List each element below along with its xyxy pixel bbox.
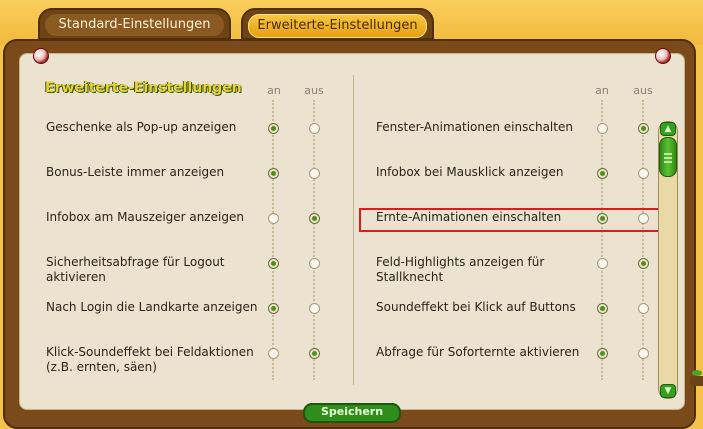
right-radio-on[interactable] xyxy=(597,123,608,134)
dotted-guide xyxy=(642,100,644,380)
left-option-label: Nach Login die Landkarte anzeigen xyxy=(46,300,258,314)
left-option-label: Bonus-Leiste immer anzeigen xyxy=(46,165,225,179)
right-option-label: Infobox bei Mausklick anzeigen xyxy=(376,165,564,179)
scrollbar-thumb[interactable] xyxy=(659,137,677,177)
tab-advanced-settings-label: Erweiterte-Einstellungen xyxy=(248,14,427,38)
pin-icon xyxy=(33,48,49,64)
left-radio-on[interactable] xyxy=(268,123,279,134)
grip-line xyxy=(664,157,672,159)
column-header-on-right: an xyxy=(595,84,609,97)
dotted-guide xyxy=(272,100,274,380)
right-option-label: Abfrage für Soforternte aktivieren xyxy=(376,345,580,359)
right-radio-on[interactable] xyxy=(597,258,608,269)
dotted-guide xyxy=(313,100,315,380)
tab-standard-settings-label: Standard-Einstellungen xyxy=(45,14,224,36)
column-header-on-left: an xyxy=(267,84,281,97)
right-radio-off[interactable] xyxy=(638,258,649,269)
left-radio-off[interactable] xyxy=(309,213,320,224)
column-header-off-left: aus xyxy=(304,84,324,97)
left-radio-off[interactable] xyxy=(309,348,320,359)
left-radio-off[interactable] xyxy=(309,303,320,314)
left-option-label: Sicherheitsabfrage für Logout aktivieren xyxy=(46,255,225,284)
section-title: Erweiterte-Einstellungen xyxy=(45,80,242,96)
branch-decoration xyxy=(690,376,703,386)
right-radio-off[interactable] xyxy=(638,348,649,359)
left-radio-off[interactable] xyxy=(309,168,320,179)
right-radio-on[interactable] xyxy=(597,348,608,359)
left-option-label: Klick-Soundeffekt bei Feldaktionen (z.B.… xyxy=(46,345,254,374)
right-radio-on[interactable] xyxy=(597,303,608,314)
scroll-up-button[interactable]: ▲ xyxy=(660,122,676,136)
right-radio-off[interactable] xyxy=(638,303,649,314)
left-radio-on[interactable] xyxy=(268,258,279,269)
right-radio-off[interactable] xyxy=(638,168,649,179)
column-header-off-right: aus xyxy=(633,84,653,97)
highlight-box xyxy=(359,208,661,232)
dotted-guide xyxy=(601,100,603,380)
tab-advanced-settings[interactable]: Erweiterte-Einstellungen xyxy=(241,8,434,40)
right-radio-off[interactable] xyxy=(638,123,649,134)
left-radio-on[interactable] xyxy=(268,303,279,314)
right-option-label: Soundeffekt bei Klick auf Buttons xyxy=(376,300,576,314)
left-option-label: Infobox am Mauszeiger anzeigen xyxy=(46,210,244,224)
leaf-decoration xyxy=(692,370,702,376)
grip-line xyxy=(664,153,672,155)
left-radio-on[interactable] xyxy=(268,348,279,359)
grip-line xyxy=(664,161,672,163)
left-radio-off[interactable] xyxy=(309,123,320,134)
left-radio-on[interactable] xyxy=(268,213,279,224)
pin-icon xyxy=(655,48,671,64)
column-divider xyxy=(353,75,354,385)
right-radio-on[interactable] xyxy=(597,168,608,179)
left-radio-off[interactable] xyxy=(309,258,320,269)
scroll-down-button[interactable]: ▼ xyxy=(660,384,676,398)
right-option-label: Feld-Highlights anzeigen für Stallknecht xyxy=(376,255,545,284)
left-option-label: Geschenke als Pop-up anzeigen xyxy=(46,120,237,134)
left-radio-on[interactable] xyxy=(268,168,279,179)
right-option-label: Fenster-Animationen einschalten xyxy=(376,120,573,134)
save-button[interactable]: Speichern xyxy=(303,403,401,423)
tab-standard-settings[interactable]: Standard-Einstellungen xyxy=(38,8,231,40)
